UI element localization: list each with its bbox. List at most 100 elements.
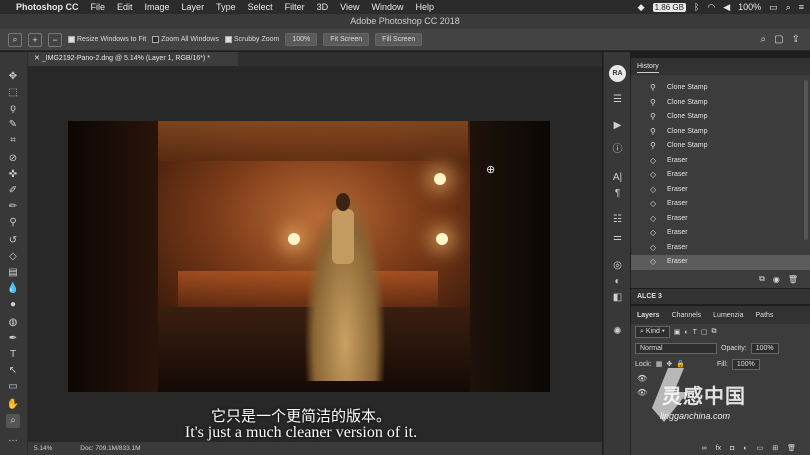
marquee-tool-icon[interactable]: ⬚ [6,86,20,100]
history-scrollbar[interactable] [804,80,808,240]
new-layer-icon[interactable]: ⊞ [772,444,778,452]
gradient-tool-icon[interactable]: ▤ [6,266,20,280]
photo-image[interactable] [68,121,550,392]
zoom-level[interactable]: 5.14% [34,445,52,452]
bluetooth-icon[interactable]: ᛒ [694,2,699,12]
new-document-from-state-icon[interactable]: ⧉ [759,274,765,284]
zoom-all-windows-checkbox[interactable]: Zoom All Windows [152,36,219,43]
adjustments-icon[interactable]: ⚌ [610,232,625,244]
spot-healing-tool-icon[interactable]: ✜ [6,168,20,182]
dodge-tool-icon[interactable]: ● [6,298,20,312]
history-item[interactable]: ◇ Eraser [631,183,810,198]
history-item[interactable]: ⚲ Clone Stamp [631,96,810,111]
resize-windows-checkbox[interactable]: Resize Windows to Fit [68,36,146,43]
brush-tool-icon[interactable]: ✐ [6,184,20,198]
history-item[interactable]: ◇ Eraser [631,168,810,183]
styles-icon[interactable]: ◧ [610,292,625,304]
zoom-in-icon[interactable]: + [28,32,42,47]
plugin-icon[interactable]: ✺ [610,326,625,338]
smart-object-filter-icon[interactable]: ⧉ [712,328,717,336]
menu-image[interactable]: Image [145,2,170,12]
alce-panel-header[interactable]: ALCE 3 [631,289,810,304]
canvas-area[interactable]: ⊕ [28,66,602,442]
menu-list-icon[interactable]: ≡ [799,2,804,12]
history-item[interactable]: ⚲ Clone Stamp [631,125,810,140]
quick-select-tool-icon[interactable]: ✎ [6,118,20,132]
new-snapshot-icon[interactable]: ◉ [773,275,780,284]
paragraph-icon[interactable]: ¶ [610,188,625,200]
clone-stamp-tool-icon[interactable]: ⚲ [6,216,20,230]
menu-3d[interactable]: 3D [317,2,329,12]
fill-screen-button[interactable]: Fill Screen [375,33,423,46]
tab-layers[interactable]: Layers [637,312,660,319]
pixel-filter-icon[interactable]: ▣ [674,328,681,336]
blend-mode-select[interactable]: Normal [635,342,717,354]
menu-type[interactable]: Type [216,2,236,12]
kind-filter-select[interactable]: ⌕ Kind ▾ [635,326,670,338]
menu-help[interactable]: Help [415,2,434,12]
history-item[interactable]: ⚲ Clone Stamp [631,139,810,154]
share-icon[interactable]: ⇪ [792,34,800,45]
blur-tool-icon[interactable]: 💧 [6,282,20,296]
delete-state-icon[interactable]: 🗑 [788,275,798,284]
document-tab[interactable]: ✕ _IMG2192-Pano-2.dng @ 5.14% (Layer 1, … [28,52,238,66]
history-item-selected[interactable]: ◇ Eraser [631,255,810,270]
menu-select[interactable]: Select [248,2,273,12]
search-icon[interactable]: ⌕ [761,34,767,45]
adjustment-layer-icon[interactable]: ◐ [743,445,747,452]
eraser-tool-icon[interactable]: ◇ [6,250,20,264]
menu-edit[interactable]: Edit [117,2,133,12]
add-mask-icon[interactable]: ◘ [730,445,734,452]
pen-tool-icon[interactable]: ✒ [6,332,20,346]
type-filter-icon[interactable]: T [693,329,697,336]
pencil-tool-icon[interactable]: ✏ [6,200,20,214]
avatar[interactable]: RA [609,65,626,82]
tab-lumenzia[interactable]: Lumenzia [713,312,743,319]
menu-window[interactable]: Window [371,2,403,12]
zoom-100-button[interactable]: 100% [285,33,318,46]
fit-screen-button[interactable]: Fit Screen [323,33,370,46]
history-item[interactable]: ⚲ Clone Stamp [631,110,810,125]
menu-view[interactable]: View [340,2,359,12]
history-item[interactable]: ◇ Eraser [631,226,810,241]
actions-icon[interactable]: ▶ [610,120,625,132]
tab-channels[interactable]: Channels [672,312,702,319]
history-icon[interactable]: ☰ [610,94,625,106]
wifi-icon[interactable]: ◠ [707,2,715,13]
history-item[interactable]: ◇ Eraser [631,241,810,256]
rectangle-tool-icon[interactable]: ▭ [6,380,20,394]
close-tab-icon[interactable]: ✕ [34,55,42,62]
menu-filter[interactable]: Filter [285,2,305,12]
sponge-tool-icon[interactable]: ◍ [6,316,20,330]
eyedropper-tool-icon[interactable]: ⊘ [6,152,20,166]
opacity-field[interactable]: 100% [750,342,779,354]
delete-layer-icon[interactable]: 🗑 [787,444,796,452]
volume-icon[interactable]: ◀ [723,2,730,13]
menu-file[interactable]: File [91,2,106,12]
search-icon[interactable]: ⌕ [786,2,791,13]
properties-icon[interactable]: ☷ [610,214,625,226]
history-item[interactable]: ◇ Eraser [631,197,810,212]
workspace-icon[interactable]: ▢ [774,34,783,45]
tab-paths[interactable]: Paths [756,312,774,319]
zoom-tool-icon[interactable]: ⌕ [8,32,22,47]
path-select-tool-icon[interactable]: ↖ [6,364,20,378]
history-item[interactable]: ◇ Eraser [631,212,810,227]
crop-tool-icon[interactable]: ⌗ [6,134,20,148]
layer-style-icon[interactable]: fx [716,445,721,452]
battery-icon[interactable]: ▭ [769,2,778,13]
scrubby-zoom-checkbox[interactable]: Scrubby Zoom [224,36,279,43]
dropbox-icon[interactable]: ◆ [638,2,645,13]
history-item[interactable]: ⚲ Clone Stamp [631,81,810,96]
adjustment-filter-icon[interactable]: ◐ [684,329,688,336]
zoom-out-icon[interactable]: − [48,32,62,47]
history-brush-tool-icon[interactable]: ↺ [6,234,20,248]
history-tab[interactable]: History [637,63,659,73]
character-icon[interactable]: A| [610,172,625,184]
app-menu[interactable]: Photoshop CC [16,2,79,12]
color-icon[interactable]: ◐ [610,276,625,288]
shape-filter-icon[interactable]: ▢ [701,328,708,336]
move-tool-icon[interactable]: ✥ [6,70,20,84]
history-item[interactable]: ◇ Eraser [631,154,810,169]
link-layers-icon[interactable]: ∞ [702,445,707,452]
